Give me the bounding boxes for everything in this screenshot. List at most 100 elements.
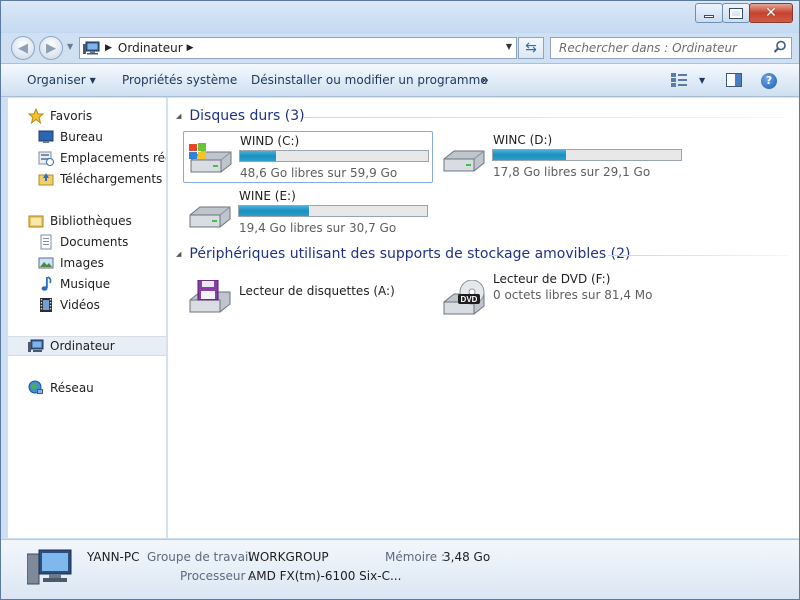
- command-bar: Organiser ▼ Propriétés système Désinstall…: [1, 63, 799, 97]
- minimize-icon: [704, 14, 714, 18]
- music-note-icon: [38, 276, 54, 292]
- title-bar[interactable]: ✕: [1, 1, 799, 33]
- breadcrumb-separator-icon[interactable]: ▶: [105, 43, 112, 53]
- hard-drives-group-title: Disques durs (3): [189, 108, 305, 124]
- drive-free-space: 48,6 Go libres sur 59,9 Go: [240, 166, 398, 180]
- libraries-icon: [28, 213, 44, 229]
- breadcrumb-computer[interactable]: Ordinateur: [118, 41, 183, 55]
- close-button[interactable]: ✕: [749, 3, 793, 23]
- nav-item-pictures[interactable]: Images: [38, 253, 166, 273]
- hard-drives-group-header[interactable]: ◢ Disques durs (3): [176, 108, 305, 124]
- drive-name: WIND (C:): [240, 134, 300, 148]
- nav-network-label: Réseau: [50, 381, 94, 395]
- network-globe-icon: [28, 380, 44, 396]
- nav-item-label: Vidéos: [60, 298, 100, 312]
- memory-label: Mémoire :: [385, 550, 446, 564]
- nav-computer[interactable]: Ordinateur: [8, 336, 166, 356]
- processor-value: AMD FX(tm)-6100 Six-C...: [248, 569, 402, 583]
- nav-libraries-label: Bibliothèques: [50, 214, 132, 228]
- uninstall-program-button[interactable]: Désinstaller ou modifier un programme: [251, 73, 488, 87]
- details-pane: YANN-PC Groupe de travail : WORKGROUP Mé…: [1, 539, 799, 599]
- drive-name: WINE (E:): [239, 189, 296, 203]
- search-icon[interactable]: [773, 40, 787, 57]
- computer-icon: [83, 41, 101, 55]
- maximize-icon: [729, 7, 743, 19]
- drive-tile-d[interactable]: WINC (D:) 17,8 Go libres sur 29,1 Go: [437, 131, 687, 183]
- address-row: ◀ ▶ ▼ ▶ Ordinateur ▶ ▼ ⇆: [1, 33, 799, 63]
- back-button[interactable]: ◀: [11, 36, 35, 60]
- nav-item-recent-places[interactable]: Emplacements récents: [38, 148, 166, 168]
- organize-menu-button[interactable]: Organiser ▼: [27, 73, 96, 87]
- chevron-down-icon: ▼: [89, 76, 96, 85]
- explorer-window: ✕ ◀ ▶ ▼ ▶ Ordinateur ▶ ▼ ⇆ Rechercher da…: [0, 0, 800, 600]
- recent-places-icon: [38, 150, 54, 166]
- view-dropdown-icon[interactable]: ▼: [699, 76, 705, 85]
- drive-free-space: 17,8 Go libres sur 29,1 Go: [493, 165, 651, 179]
- organize-label: Organiser: [27, 73, 86, 87]
- address-history-dropdown[interactable]: ▼: [506, 42, 512, 51]
- nav-item-label: Téléchargements: [60, 172, 163, 186]
- drive-tile-c[interactable]: WIND (C:) 48,6 Go libres sur 59,9 Go: [183, 131, 433, 183]
- drive-usage-bar: [492, 149, 682, 161]
- back-arrow-icon: ◀: [18, 40, 28, 56]
- windows-drive-icon: [187, 142, 235, 178]
- drive-tile-f[interactable]: DVD Lecteur de DVD (F:) 0 octets libres …: [437, 270, 687, 322]
- pictures-icon: [38, 255, 54, 271]
- star-icon: [28, 107, 45, 125]
- recent-pages-dropdown[interactable]: ▼: [67, 42, 73, 51]
- forward-arrow-icon: ▶: [46, 40, 56, 56]
- drive-tile-e[interactable]: WINE (E:) 19,4 Go libres sur 30,7 Go: [183, 187, 433, 239]
- nav-favorites[interactable]: Favoris: [28, 106, 166, 126]
- workgroup-label: Groupe de travail :: [147, 550, 260, 564]
- drive-tile-a[interactable]: Lecteur de disquettes (A:): [183, 270, 433, 322]
- computer-icon: [26, 546, 73, 589]
- system-properties-button[interactable]: Propriétés système: [122, 73, 237, 87]
- documents-icon: [38, 234, 54, 250]
- address-bar[interactable]: ▶ Ordinateur ▶ ▼: [79, 37, 517, 59]
- drive-usage-bar: [238, 205, 428, 217]
- drive-name: Lecteur de DVD (F:): [493, 272, 611, 286]
- group-divider: [608, 255, 788, 256]
- search-box[interactable]: [550, 37, 792, 59]
- nav-network[interactable]: Réseau: [28, 378, 166, 398]
- nav-item-documents[interactable]: Documents: [38, 232, 166, 252]
- collapse-group-icon[interactable]: ◢: [176, 250, 181, 258]
- search-input[interactable]: [557, 39, 767, 57]
- computer-icon: [28, 338, 44, 354]
- forward-button[interactable]: ▶: [39, 36, 63, 60]
- refresh-button[interactable]: ⇆: [518, 37, 544, 59]
- desktop-icon: [38, 129, 54, 145]
- minimize-button[interactable]: [695, 3, 723, 23]
- maximize-button[interactable]: [722, 3, 750, 23]
- preview-pane-icon: [726, 73, 742, 87]
- nav-item-desktop[interactable]: Bureau: [38, 127, 166, 147]
- removable-group-title: Périphériques utilisant des supports de …: [189, 246, 631, 262]
- hard-drive-icon: [186, 197, 234, 233]
- removable-group-header[interactable]: ◢ Périphériques utilisant des supports d…: [176, 246, 631, 262]
- downloads-folder-icon: [38, 171, 54, 187]
- hard-drive-icon: [440, 141, 488, 177]
- drive-name: Lecteur de disquettes (A:): [239, 284, 395, 298]
- nav-item-videos[interactable]: Vidéos: [38, 295, 166, 315]
- change-view-button[interactable]: ▼: [671, 73, 705, 87]
- drive-usage-fill: [239, 206, 309, 216]
- collapse-group-icon[interactable]: ◢: [176, 112, 181, 120]
- help-icon: ?: [765, 74, 773, 87]
- nav-item-downloads[interactable]: Téléchargements: [38, 169, 166, 189]
- nav-item-label: Emplacements récents: [60, 151, 166, 165]
- film-strip-icon: [38, 297, 54, 313]
- drive-free-space: 19,4 Go libres sur 30,7 Go: [239, 221, 397, 235]
- drive-name: WINC (D:): [493, 133, 553, 147]
- processor-label: Processeur :: [180, 569, 254, 583]
- more-commands-button[interactable]: »: [481, 73, 489, 87]
- drive-usage-fill: [493, 150, 567, 160]
- nav-libraries[interactable]: Bibliothèques: [28, 211, 166, 231]
- nav-item-label: Images: [60, 256, 104, 270]
- preview-pane-button[interactable]: [726, 73, 742, 90]
- group-divider: [304, 117, 784, 118]
- nav-item-music[interactable]: Musique: [38, 274, 166, 294]
- caption-buttons: ✕: [695, 3, 793, 23]
- breadcrumb-children-icon[interactable]: ▶: [187, 43, 194, 53]
- nav-favorites-label: Favoris: [50, 109, 93, 123]
- help-button[interactable]: ?: [761, 73, 777, 89]
